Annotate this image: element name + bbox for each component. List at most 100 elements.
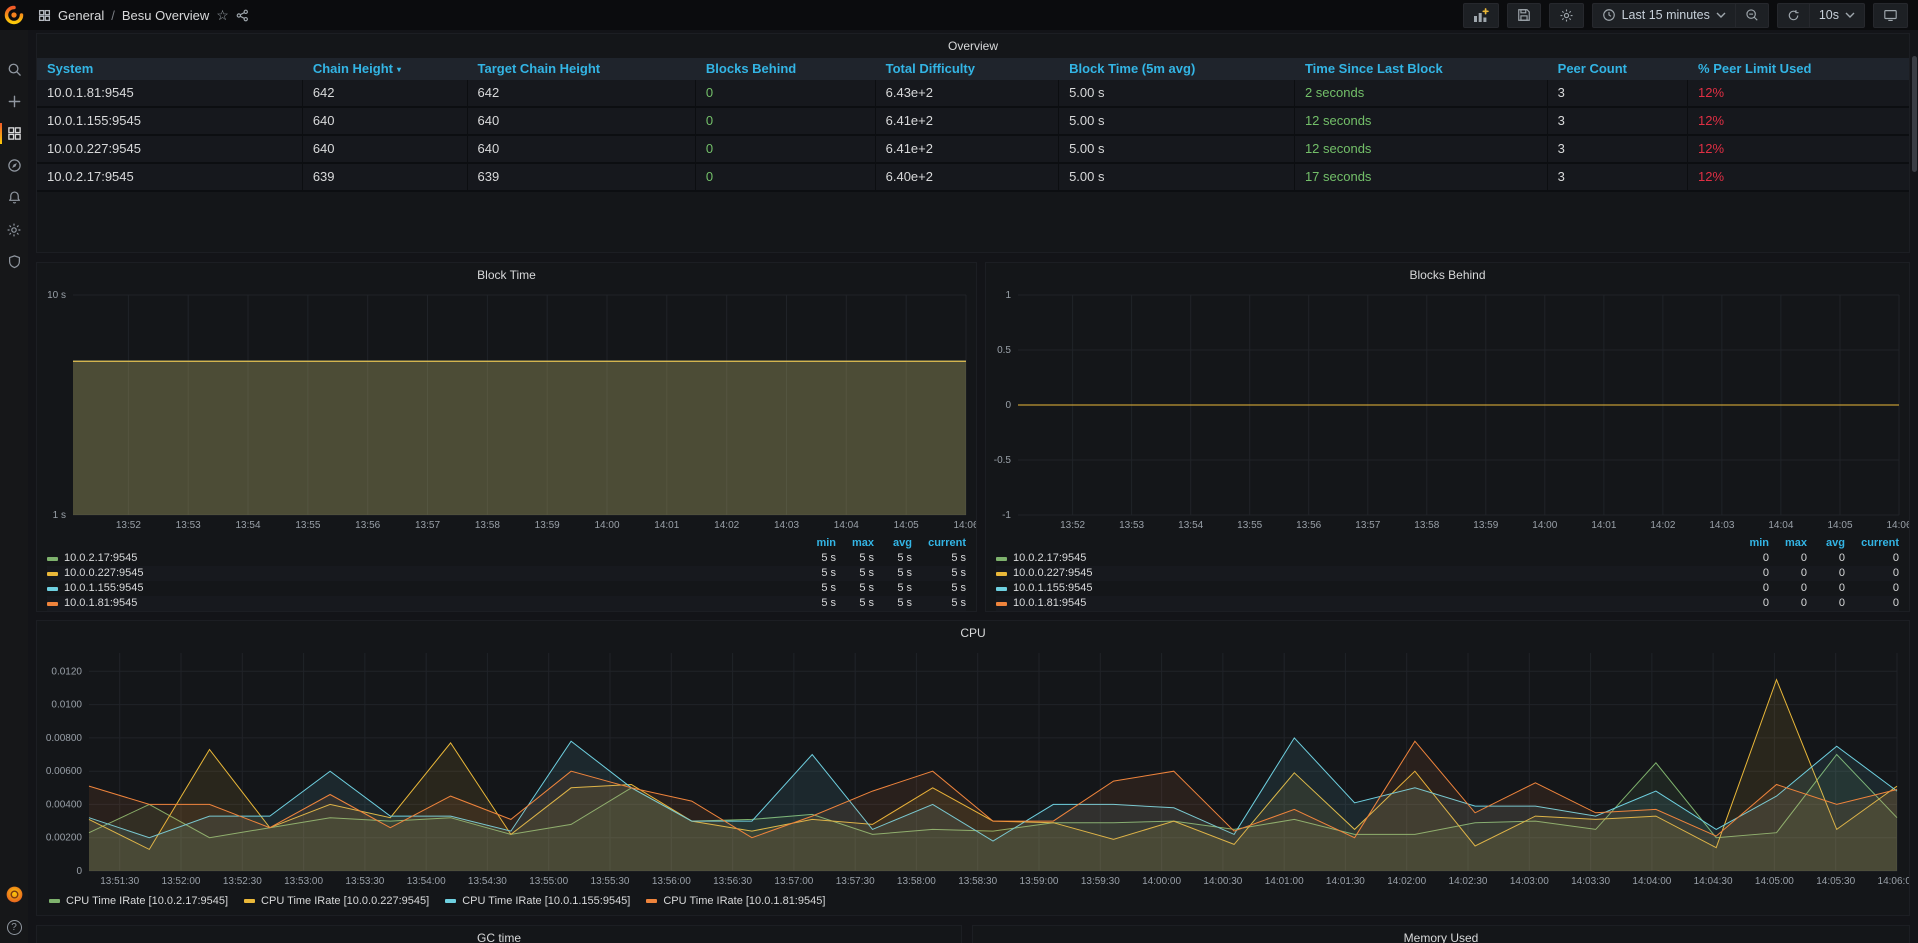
svg-text:13:55: 13:55 (295, 520, 320, 531)
svg-text:1 s: 1 s (53, 510, 66, 521)
save-dashboard-button[interactable] (1507, 3, 1541, 28)
column-header[interactable]: Peer Count (1548, 58, 1688, 80)
legend-row[interactable]: 10.0.1.81:95450000 (996, 596, 1899, 611)
svg-text:0.00200: 0.00200 (46, 833, 83, 844)
table-cell: 12% (1688, 136, 1909, 162)
column-header[interactable]: System (37, 58, 303, 80)
panel-gc-time: GC time (36, 925, 962, 943)
add-panel-button[interactable] (1463, 3, 1499, 28)
chevron-down-icon (1716, 12, 1726, 18)
legend-row[interactable]: 10.0.2.17:95450000 (996, 551, 1899, 566)
refresh-interval-label: 10s (1819, 8, 1839, 22)
table-row: 10.0.0.227:954564064006.41e+25.00 s12 se… (37, 136, 1909, 164)
user-avatar[interactable] (6, 886, 23, 908)
breadcrumb-title[interactable]: Besu Overview (122, 8, 209, 23)
legend-row[interactable]: 10.0.1.155:95455 s5 s5 s5 s (47, 581, 966, 596)
clock-icon (1602, 8, 1616, 22)
sidebar-item-alerting[interactable] (0, 188, 28, 207)
svg-text:13:54:00: 13:54:00 (407, 876, 446, 887)
table-cell: 642 (468, 80, 696, 106)
svg-text:13:59:00: 13:59:00 (1020, 876, 1059, 887)
refresh-interval-picker[interactable]: 10s (1809, 3, 1865, 28)
refresh-button[interactable] (1777, 3, 1809, 28)
zoom-out-button[interactable] (1735, 3, 1769, 28)
legend-item[interactable]: CPU Time IRate [10.0.1.155:9545] (445, 895, 630, 907)
panel-title[interactable]: CPU (37, 621, 1909, 645)
panel-title[interactable]: Block Time (37, 263, 976, 287)
table-cell: 12% (1688, 80, 1909, 106)
svg-text:14:04:00: 14:04:00 (1632, 876, 1671, 887)
column-header[interactable]: % Peer Limit Used (1688, 58, 1909, 80)
svg-text:13:54: 13:54 (235, 520, 260, 531)
blocks-behind-chart[interactable]: 13:5213:5313:5413:5513:5613:5713:5813:59… (986, 287, 1909, 535)
column-header[interactable]: Blocks Behind (696, 58, 876, 80)
sidebar-item-server-admin[interactable] (0, 252, 28, 271)
bell-icon (7, 190, 22, 205)
add-panel-icon (1473, 8, 1489, 23)
svg-text:14:02:00: 14:02:00 (1387, 876, 1426, 887)
svg-text:13:52: 13:52 (1060, 520, 1085, 531)
sidebar-item-search[interactable] (0, 60, 28, 79)
legend-row[interactable]: 10.0.0.227:95455 s5 s5 s5 s (47, 566, 966, 581)
table-cell: 0 (696, 80, 876, 106)
dashboards-icon (7, 126, 22, 141)
column-header[interactable]: Chain Height▾ (303, 58, 468, 80)
table-cell: 6.41e+2 (876, 136, 1059, 162)
svg-text:13:59: 13:59 (1473, 520, 1498, 531)
chart-wrap: 13:51:3013:52:0013:52:3013:53:0013:53:30… (37, 645, 1909, 891)
share-icon[interactable] (236, 9, 249, 22)
cycle-view-mode-button[interactable] (1873, 3, 1908, 28)
star-icon[interactable]: ☆ (216, 8, 229, 22)
svg-text:13:53: 13:53 (1119, 520, 1144, 531)
table-cell: 640 (468, 108, 696, 134)
panel-title[interactable]: Overview (37, 34, 1909, 58)
block-time-chart[interactable]: 13:5213:5313:5413:5513:5613:5713:5813:59… (37, 287, 976, 535)
save-icon (1517, 8, 1531, 22)
legend-row[interactable]: 10.0.0.227:95450000 (996, 566, 1899, 581)
svg-text:13:51:30: 13:51:30 (100, 876, 139, 887)
column-header[interactable]: Target Chain Height (468, 58, 696, 80)
column-header[interactable]: Total Difficulty (876, 58, 1059, 80)
svg-text:-0.5: -0.5 (994, 455, 1012, 466)
legend-header: minmaxavgcurrent (996, 535, 1899, 551)
dashboard-settings-button[interactable] (1549, 3, 1584, 28)
svg-text:14:05: 14:05 (1827, 520, 1852, 531)
panel-title[interactable]: GC time (37, 926, 961, 943)
svg-text:13:55:30: 13:55:30 (591, 876, 630, 887)
column-header[interactable]: Block Time (5m avg) (1059, 58, 1295, 80)
table-cell: 0 (696, 136, 876, 162)
svg-text:14:01: 14:01 (654, 520, 679, 531)
sidebar-item-add[interactable] (0, 92, 28, 111)
grafana-logo[interactable] (0, 0, 28, 30)
table-cell: 10.0.1.155:9545 (37, 108, 303, 134)
svg-text:13:56:00: 13:56:00 (652, 876, 691, 887)
panel-title[interactable]: Memory Used (973, 926, 1909, 943)
panel-title[interactable]: Blocks Behind (986, 263, 1909, 287)
help-icon[interactable]: ? (7, 920, 22, 935)
sidebar-item-configuration[interactable] (0, 220, 28, 239)
svg-text:13:57: 13:57 (1355, 520, 1380, 531)
svg-text:14:05: 14:05 (894, 520, 919, 531)
legend-row[interactable]: 10.0.1.81:95455 s5 s5 s5 s (47, 596, 966, 611)
cpu-chart[interactable]: 13:51:3013:52:0013:52:3013:53:0013:53:30… (37, 645, 1909, 891)
scrollbar[interactable] (1912, 56, 1917, 172)
svg-text:14:04: 14:04 (834, 520, 859, 531)
svg-text:13:57: 13:57 (415, 520, 440, 531)
legend-item[interactable]: CPU Time IRate [10.0.2.17:9545] (49, 895, 228, 907)
legend-row[interactable]: 10.0.1.155:95450000 (996, 581, 1899, 596)
breadcrumb-folder[interactable]: General (58, 8, 104, 23)
table-cell: 5.00 s (1059, 108, 1295, 134)
svg-text:14:01:00: 14:01:00 (1265, 876, 1304, 887)
table-cell: 12 seconds (1295, 108, 1548, 134)
sidebar-item-dashboards[interactable] (0, 124, 28, 143)
legend-item[interactable]: CPU Time IRate [10.0.0.227:9545] (244, 895, 429, 907)
legend-row[interactable]: 10.0.2.17:95455 s5 s5 s5 s (47, 551, 966, 566)
table-cell: 12% (1688, 164, 1909, 190)
table-cell: 0 (696, 108, 876, 134)
time-range-picker[interactable]: Last 15 minutes (1592, 3, 1735, 28)
panel-memory-used: Memory Used (972, 925, 1910, 943)
column-header[interactable]: Time Since Last Block (1295, 58, 1548, 80)
sidebar-bottom: ? (0, 886, 28, 943)
legend-item[interactable]: CPU Time IRate [10.0.1.81:9545] (646, 895, 825, 907)
sidebar-item-explore[interactable] (0, 156, 28, 175)
